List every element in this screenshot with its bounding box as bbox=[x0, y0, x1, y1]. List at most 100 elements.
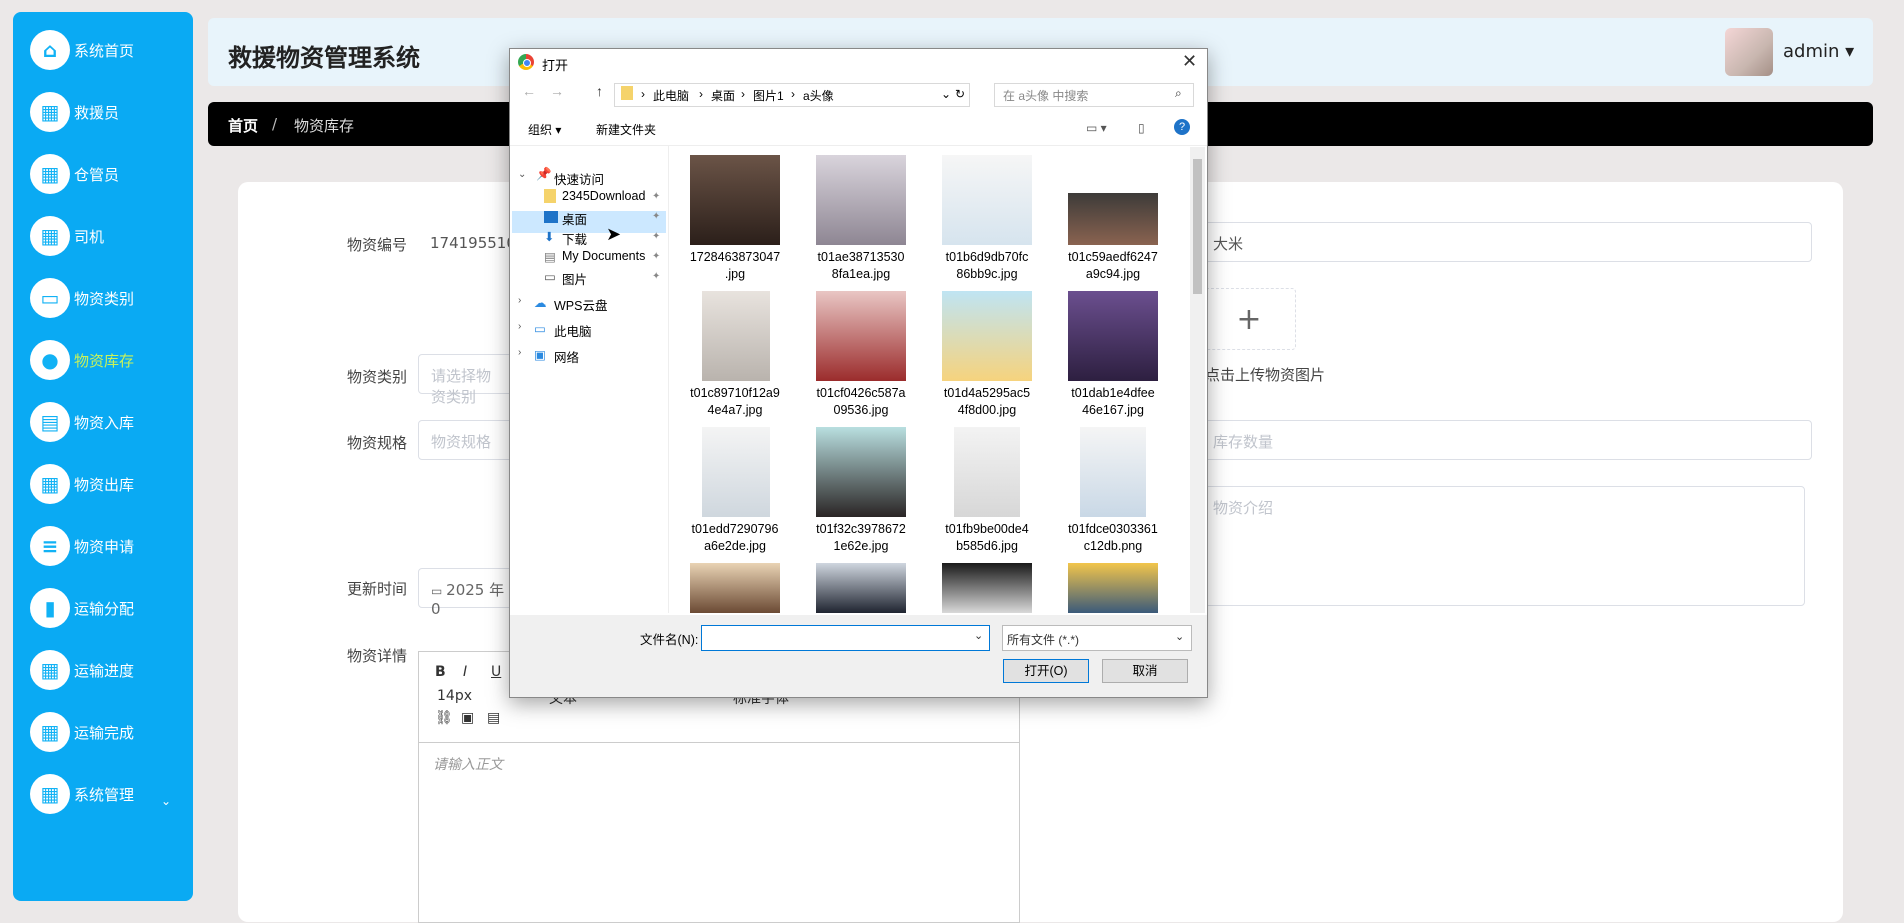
file-name[interactable]: t01c89710f12a9 4e4a7.jpg bbox=[670, 385, 800, 419]
link-icon[interactable]: ⛓ bbox=[435, 710, 453, 726]
avatar[interactable] bbox=[1725, 28, 1773, 76]
category-select[interactable]: 请选择物资类别 bbox=[418, 354, 518, 406]
sidebar-item-stock[interactable]: ● 物资库存 bbox=[30, 338, 134, 382]
sidebar-item-transport-done[interactable]: ▦ 运输完成 bbox=[30, 710, 134, 754]
file-name[interactable]: t01b6d9db70fc 86bb9c.jpg bbox=[922, 249, 1052, 283]
file-name[interactable]: t01f32c3978672 1e62e.jpg bbox=[796, 521, 926, 555]
bold-button[interactable]: B bbox=[435, 664, 446, 680]
update-date-picker[interactable]: ▭ 2025 年 0 bbox=[418, 568, 518, 618]
file-thumbnail[interactable] bbox=[1068, 291, 1158, 381]
close-icon[interactable]: ✕ bbox=[1182, 51, 1197, 72]
sidebar-item-home[interactable]: ⌂ 系统首页 bbox=[30, 28, 134, 72]
file-name[interactable]: 1728463873047 .jpg bbox=[670, 249, 800, 283]
upload-image-button[interactable]: + bbox=[1202, 288, 1296, 350]
file-open-dialog: 打开 ✕ ← → ↑ › 此电脑 › 桌面 › 图片1 › a头像 ⌄ ↻ 在 … bbox=[509, 48, 1208, 698]
font-size-select[interactable]: 14px bbox=[437, 688, 472, 704]
chevron-right-icon[interactable]: › bbox=[518, 347, 521, 358]
file-name[interactable]: t01dab1e4dfee 46e167.jpg bbox=[1048, 385, 1178, 419]
address-bar[interactable]: › 此电脑 › 桌面 › 图片1 › a头像 ⌄ ↻ bbox=[614, 83, 970, 107]
sidebar-item-outbound[interactable]: ▦ 物资出库 bbox=[30, 462, 134, 506]
forward-icon[interactable]: → bbox=[550, 83, 564, 99]
editor-body[interactable]: 请输入正文 bbox=[433, 754, 503, 774]
organize-button[interactable]: 组织 ▾ bbox=[528, 121, 561, 138]
sidebar-item-driver[interactable]: ▦ 司机 bbox=[30, 214, 104, 258]
intro-textarea[interactable]: 物资介绍 bbox=[1200, 486, 1805, 606]
file-thumbnail[interactable] bbox=[690, 155, 780, 245]
chevron-right-icon[interactable]: › bbox=[518, 295, 521, 306]
tree-network[interactable]: 网络 bbox=[554, 347, 579, 366]
tree-item[interactable]: 2345Download bbox=[562, 189, 645, 203]
sidebar-item-category[interactable]: ▭ 物资类别 bbox=[30, 276, 134, 320]
file-thumbnail[interactable] bbox=[816, 427, 906, 517]
new-folder-button[interactable]: 新建文件夹 bbox=[596, 121, 656, 138]
file-thumbnail[interactable] bbox=[816, 155, 906, 245]
file-thumbnail[interactable] bbox=[1068, 563, 1158, 613]
spec-input[interactable]: 物资规格 bbox=[418, 420, 518, 460]
path-segment[interactable]: a头像 bbox=[803, 87, 834, 104]
sidebar-item-transport-progress[interactable]: ▦ 运输进度 bbox=[30, 648, 134, 692]
file-name[interactable]: t01d4a5295ac5 4f8d00.jpg bbox=[922, 385, 1052, 419]
sidebar-item-inbound[interactable]: ▤ 物资入库 bbox=[30, 400, 134, 444]
file-thumbnail[interactable] bbox=[942, 563, 1032, 613]
sidebar-item-apply[interactable]: ≡ 物资申请 bbox=[30, 524, 134, 568]
scrollbar-thumb[interactable] bbox=[1193, 159, 1202, 294]
open-button[interactable]: 打开(O) bbox=[1003, 659, 1089, 683]
stock-input[interactable]: 库存数量 bbox=[1200, 420, 1812, 460]
file-thumbnail[interactable] bbox=[816, 563, 906, 613]
up-icon[interactable]: ↑ bbox=[596, 83, 603, 99]
chevron-right-icon[interactable]: › bbox=[518, 321, 521, 332]
tree-item[interactable]: My Documents bbox=[562, 249, 645, 263]
scrollbar[interactable] bbox=[1190, 147, 1205, 613]
file-name[interactable]: t01cf0426c587a 09536.jpg bbox=[796, 385, 926, 419]
path-segment[interactable]: 此电脑 bbox=[653, 87, 689, 104]
refresh-icon[interactable]: ↻ bbox=[955, 87, 965, 101]
chevron-down-icon[interactable]: ⌄ bbox=[518, 169, 526, 180]
grid-icon: ▦ bbox=[30, 92, 70, 132]
file-thumbnail[interactable] bbox=[1068, 193, 1158, 245]
tree-item[interactable]: 图片 bbox=[562, 269, 587, 288]
file-type-filter[interactable]: 所有文件 (*.*) ⌄ bbox=[1002, 625, 1192, 651]
cancel-button[interactable]: 取消 bbox=[1102, 659, 1188, 683]
file-name[interactable]: t01ae38713530 8fa1ea.jpg bbox=[796, 249, 926, 283]
file-thumbnail[interactable] bbox=[942, 291, 1032, 381]
search-input[interactable]: 在 a头像 中搜索 ⌕ bbox=[994, 83, 1194, 107]
sidebar-item-rescuer[interactable]: ▦ 救援员 bbox=[30, 90, 119, 134]
user-menu[interactable]: admin ▾ bbox=[1783, 41, 1854, 62]
sidebar-item-label: 系统首页 bbox=[74, 41, 135, 60]
image-icon[interactable]: ▣ bbox=[461, 710, 474, 726]
file-name[interactable]: t01fdce0303361 c12db.png bbox=[1048, 521, 1178, 555]
video-icon[interactable]: ▤ bbox=[487, 710, 500, 726]
tree-item[interactable]: 下载 bbox=[562, 229, 587, 248]
file-name[interactable]: t01edd7290796 a6e2de.jpg bbox=[670, 521, 800, 555]
view-options-icon[interactable]: ▭ ▾ bbox=[1086, 121, 1107, 135]
file-thumbnail[interactable] bbox=[942, 155, 1032, 245]
sidebar-item-warehouse-keeper[interactable]: ▦ 仓管员 bbox=[30, 152, 119, 196]
chevron-down-icon[interactable]: ⌄ bbox=[974, 629, 983, 642]
file-name[interactable]: t01fb9be00de4 b585d6.jpg bbox=[922, 521, 1052, 555]
file-name[interactable]: t01c59aedf6247 a9c94.jpg bbox=[1048, 249, 1178, 283]
file-thumbnail[interactable] bbox=[702, 427, 770, 517]
italic-button[interactable]: I bbox=[463, 664, 467, 680]
file-thumbnail[interactable] bbox=[702, 291, 770, 381]
help-icon[interactable]: ? bbox=[1174, 119, 1190, 135]
back-icon[interactable]: ← bbox=[522, 83, 536, 99]
tree-this-pc[interactable]: 此电脑 bbox=[554, 321, 592, 340]
filename-input[interactable] bbox=[701, 625, 990, 651]
name-input[interactable]: 大米 bbox=[1200, 222, 1812, 262]
tree-quick-access[interactable]: 快速访问 bbox=[554, 169, 604, 188]
tree-wps[interactable]: WPS云盘 bbox=[554, 295, 607, 314]
file-thumbnail[interactable] bbox=[1080, 427, 1146, 517]
breadcrumb-home[interactable]: 首页 bbox=[228, 115, 258, 136]
path-segment[interactable]: 图片1 bbox=[753, 87, 784, 104]
sidebar-item-label: 物资申请 bbox=[74, 537, 135, 556]
sidebar-item-system[interactable]: ▦ 系统管理 bbox=[30, 772, 134, 816]
chevron-down-icon[interactable]: ⌄ bbox=[941, 87, 951, 101]
file-thumbnail[interactable] bbox=[690, 563, 780, 613]
file-thumbnail[interactable] bbox=[954, 427, 1020, 517]
path-segment[interactable]: 桌面 bbox=[711, 87, 735, 104]
file-thumbnail[interactable] bbox=[816, 291, 906, 381]
preview-pane-icon[interactable]: ▯ bbox=[1138, 121, 1145, 135]
underline-button[interactable]: U bbox=[491, 664, 501, 680]
sidebar-item-transport-assign[interactable]: ▮ 运输分配 bbox=[30, 586, 134, 630]
tree-item[interactable]: 桌面 bbox=[562, 209, 587, 228]
